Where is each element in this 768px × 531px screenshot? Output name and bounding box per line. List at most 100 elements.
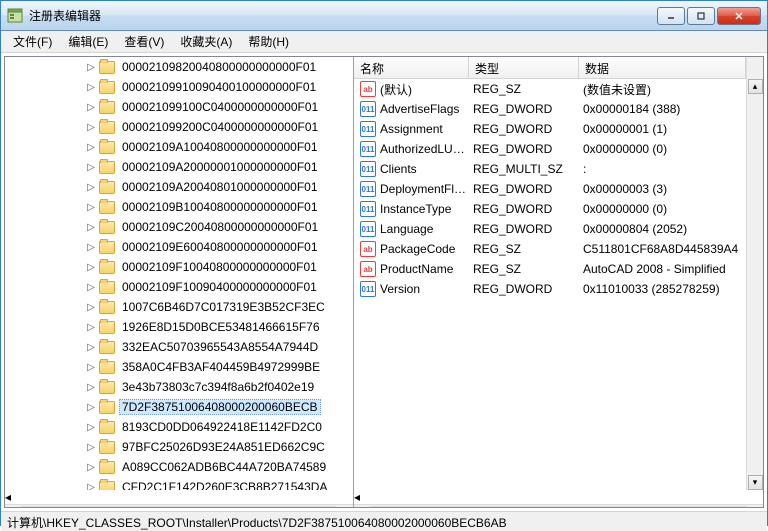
values-vscroll[interactable]: ▴ ▾	[746, 57, 763, 490]
folder-icon	[99, 441, 115, 454]
value-row[interactable]: 011DeploymentFla...REG_DWORD0x00000003 (…	[354, 179, 746, 199]
scroll-left-icon[interactable]: ◂	[5, 490, 353, 504]
scroll-left-icon[interactable]: ◂	[354, 490, 763, 504]
scroll-thumb[interactable]	[372, 507, 672, 508]
value-row[interactable]: 011InstanceTypeREG_DWORD0x00000000 (0)	[354, 199, 746, 219]
value-data: 0x00000001 (1)	[583, 122, 746, 136]
value-row[interactable]: 011ClientsREG_MULTI_SZ:	[354, 159, 746, 179]
tree-item[interactable]: ▷8193CD0DD064922418E1142FD2C0	[5, 417, 353, 437]
values-hscroll[interactable]: ◂ ▸	[354, 490, 763, 507]
tree-item[interactable]: ▷1007C6B46D7C017319E3B52CF3EC	[5, 297, 353, 317]
expander-icon[interactable]: ▷	[85, 141, 97, 153]
tree-item[interactable]: ▷332EAC50703965543A8554A7944D	[5, 337, 353, 357]
value-row[interactable]: 011AssignmentREG_DWORD0x00000001 (1)	[354, 119, 746, 139]
expander-icon[interactable]: ▷	[85, 461, 97, 473]
value-name: (默认)	[380, 81, 473, 98]
value-type: REG_SZ	[473, 262, 583, 276]
expander-icon[interactable]: ▷	[85, 441, 97, 453]
tree-item-label: 00002109F10040800000000000F01	[119, 259, 320, 275]
tree-item-label: 3e43b73803c7c394f8a6b2f0402e19	[119, 379, 317, 395]
expander-icon[interactable]: ▷	[85, 361, 97, 373]
tree-item[interactable]: ▷00002109E60040800000000000F01	[5, 237, 353, 257]
close-button[interactable]	[717, 7, 761, 25]
tree-item[interactable]: ▷7D2F38751006408000200060BECB	[5, 397, 353, 417]
tree-hscroll[interactable]: ◂ ▸	[5, 490, 353, 507]
value-data: (数值未设置)	[583, 81, 746, 98]
titlebar[interactable]: 注册表编辑器	[1, 1, 767, 31]
tree-item[interactable]: ▷1926E8D15D0BCE53481466615F76	[5, 317, 353, 337]
tree-item[interactable]: ▷00002109A10040800000000000F01	[5, 137, 353, 157]
value-name: InstanceType	[380, 202, 473, 216]
folder-icon	[99, 421, 115, 434]
minimize-button[interactable]	[657, 7, 685, 25]
value-data: 0x11010033 (285278259)	[583, 282, 746, 296]
tree-item[interactable]: ▷00002109C20040800000000000F01	[5, 217, 353, 237]
menu-help[interactable]: 帮助(H)	[240, 31, 297, 52]
scroll-thumb[interactable]	[63, 507, 193, 508]
expander-icon[interactable]: ▷	[85, 181, 97, 193]
tree-item[interactable]: ▷358A0C4FB3AF404459B4972999BE	[5, 357, 353, 377]
folder-icon	[99, 101, 115, 114]
value-row[interactable]: ab(默认)REG_SZ(数值未设置)	[354, 79, 746, 99]
folder-icon	[99, 61, 115, 74]
tree-item[interactable]: ▷ 00002109F10040800000000000F01	[5, 257, 353, 277]
tree-item[interactable]: ▷00002109F10090400000000000F01	[5, 277, 353, 297]
tree-item[interactable]: ▷00002109B10040800000000000F01	[5, 197, 353, 217]
menu-favorites[interactable]: 收藏夹(A)	[172, 31, 240, 52]
registry-tree[interactable]: ▷00002109820040800000000000F01▷000021099…	[5, 57, 353, 490]
expander-icon[interactable]: ▷	[85, 101, 97, 113]
string-value-icon: ab	[360, 241, 376, 257]
menu-file[interactable]: 文件(F)	[5, 31, 60, 52]
value-row[interactable]: abPackageCodeREG_SZC511801CF68A8D445839A…	[354, 239, 746, 259]
values-list[interactable]: ab(默认)REG_SZ(数值未设置)011AdvertiseFlagsREG_…	[354, 79, 746, 490]
expander-icon[interactable]: ▷	[85, 481, 97, 490]
value-row[interactable]: 011VersionREG_DWORD0x11010033 (285278259…	[354, 279, 746, 299]
value-name: Language	[380, 222, 473, 236]
expander-icon[interactable]: ▷	[85, 201, 97, 213]
value-row[interactable]: 011AdvertiseFlagsREG_DWORD0x00000184 (38…	[354, 99, 746, 119]
menu-edit[interactable]: 编辑(E)	[60, 31, 116, 52]
value-data: AutoCAD 2008 - Simplified	[583, 262, 746, 276]
expander-icon[interactable]: ▷	[85, 121, 97, 133]
expander-icon[interactable]: ▷	[85, 381, 97, 393]
value-row[interactable]: 011AuthorizedLUA...REG_DWORD0x00000000 (…	[354, 139, 746, 159]
folder-icon	[99, 401, 115, 414]
tree-item[interactable]: ▷97BFC25026D93E24A851ED662C9C	[5, 437, 353, 457]
expander-icon[interactable]: ▷	[85, 241, 97, 253]
tree-item[interactable]: ▷00002109A20000001000000000F01	[5, 157, 353, 177]
tree-item[interactable]: ▷ 3e43b73803c7c394f8a6b2f0402e19	[5, 377, 353, 397]
expander-icon[interactable]: ▷	[85, 321, 97, 333]
expander-icon[interactable]: ▷	[85, 161, 97, 173]
folder-icon	[99, 381, 115, 394]
status-path: 计算机\HKEY_CLASSES_ROOT\Installer\Products…	[7, 516, 507, 530]
tree-item[interactable]: ▷00002109910090400100000000F01	[5, 77, 353, 97]
menu-view[interactable]: 查看(V)	[116, 31, 172, 52]
tree-item[interactable]: ▷00002109A20040801000000000F01	[5, 177, 353, 197]
tree-item[interactable]: ▷ 000021099100C0400000000000F01	[5, 97, 353, 117]
expander-icon[interactable]: ▷	[85, 401, 97, 413]
expander-icon[interactable]: ▷	[85, 221, 97, 233]
expander-icon[interactable]: ▷	[85, 81, 97, 93]
tree-item[interactable]: ▷CFD2C1F142D260E3CB8B271543DA	[5, 477, 353, 490]
tree-item[interactable]: ▷000021099200C0400000000000F01	[5, 117, 353, 137]
expander-icon[interactable]: ▷	[85, 61, 97, 73]
value-name: ProductName	[380, 262, 473, 276]
col-type[interactable]: 类型	[469, 57, 579, 78]
value-row[interactable]: 011LanguageREG_DWORD0x00000804 (2052)	[354, 219, 746, 239]
expander-icon[interactable]: ▷	[85, 261, 97, 273]
value-type: REG_DWORD	[473, 142, 583, 156]
expander-icon[interactable]: ▷	[85, 301, 97, 313]
string-value-icon: ab	[360, 81, 376, 97]
value-row[interactable]: abProductNameREG_SZAutoCAD 2008 - Simpli…	[354, 259, 746, 279]
expander-icon[interactable]: ▷	[85, 341, 97, 353]
maximize-button[interactable]	[687, 7, 715, 25]
tree-item[interactable]: ▷A089CC062ADB6BC44A720BA74589	[5, 457, 353, 477]
col-name[interactable]: 名称	[354, 57, 469, 78]
col-data[interactable]: 数据	[579, 57, 746, 78]
tree-item[interactable]: ▷00002109820040800000000000F01	[5, 57, 353, 77]
expander-icon[interactable]: ▷	[85, 421, 97, 433]
expander-icon[interactable]: ▷	[85, 281, 97, 293]
scroll-up-icon[interactable]: ▴	[748, 79, 763, 94]
scroll-down-icon[interactable]: ▾	[748, 475, 763, 490]
tree-item-label: 000021099100C0400000000000F01	[119, 99, 321, 115]
